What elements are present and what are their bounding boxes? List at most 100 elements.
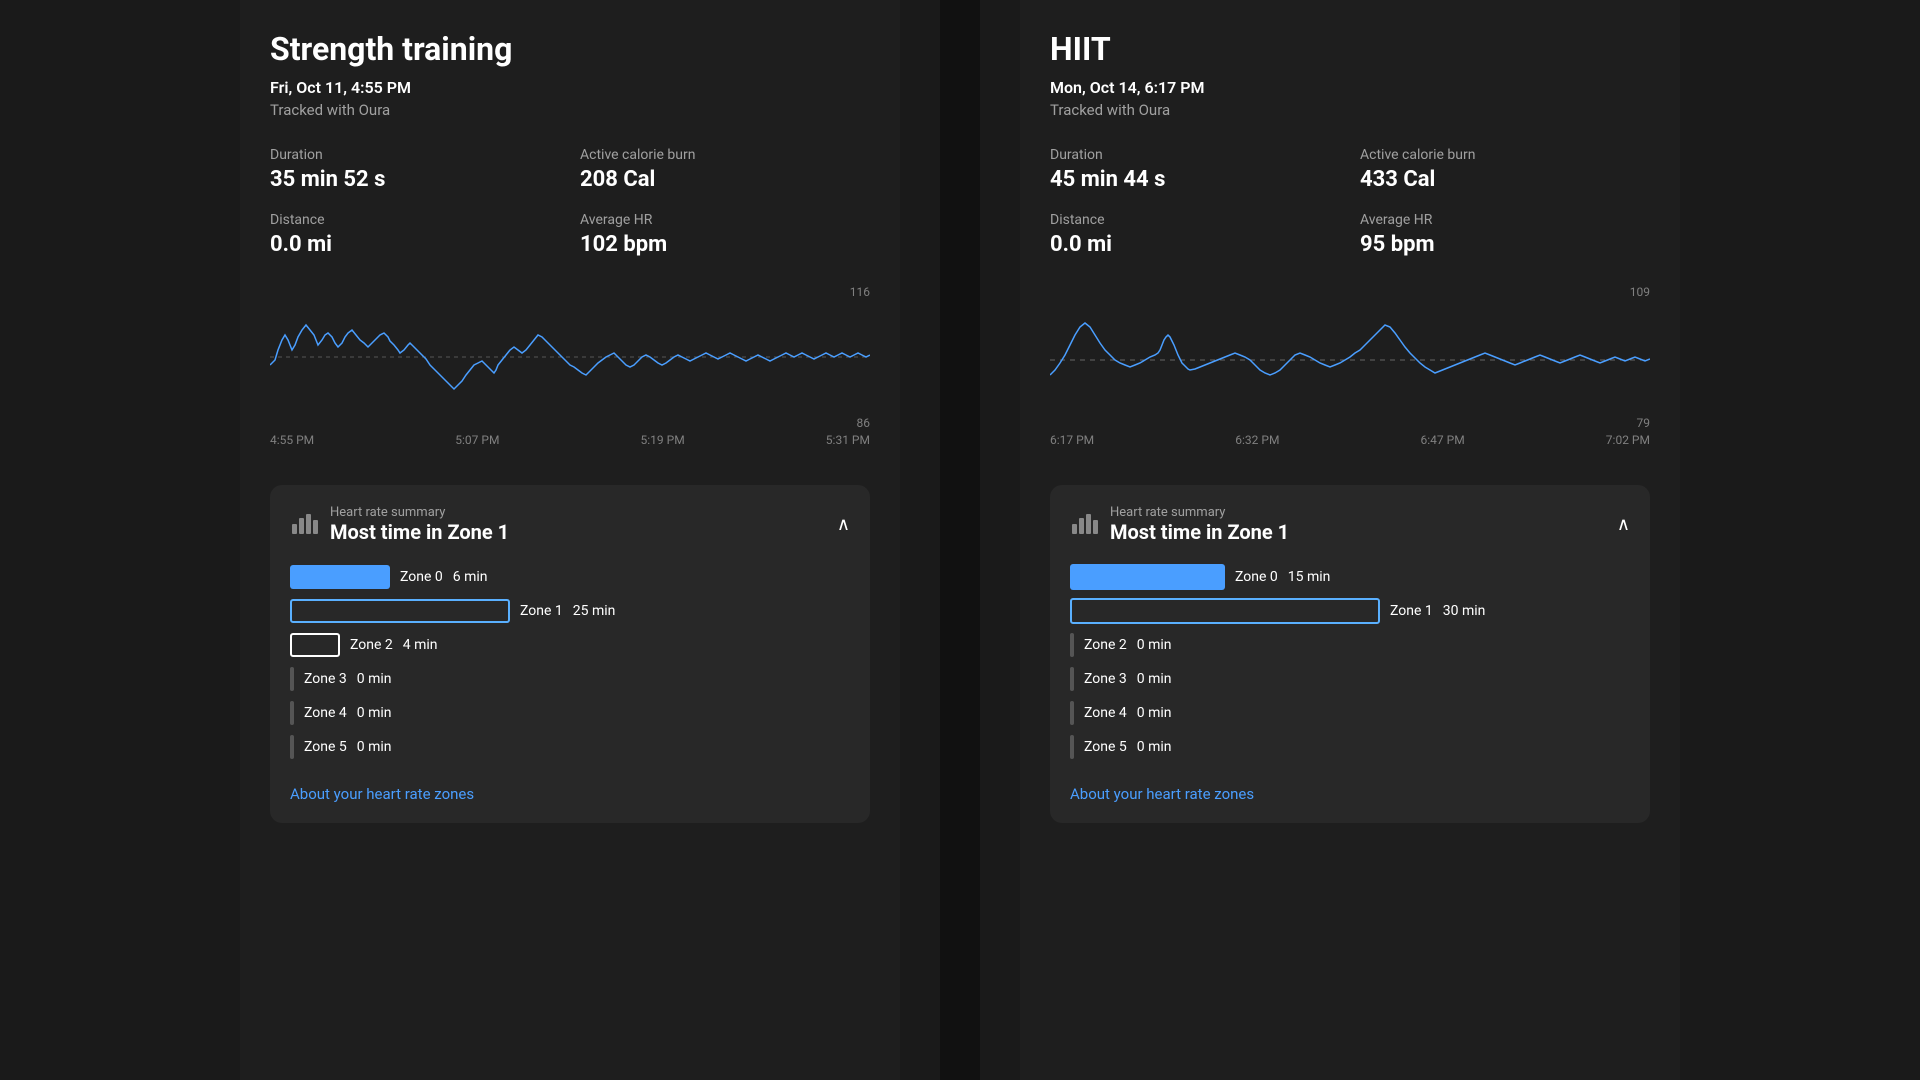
zone-3-label-hiit: Zone 3 [1084, 671, 1127, 687]
zone-0-duration-hiit: 15 min [1288, 569, 1331, 585]
zone-2-bar-hiit [1070, 633, 1074, 657]
stat-duration-hiit: Duration 45 min 44 s [1050, 147, 1340, 192]
chart-time-1: 4:55 PM [270, 433, 314, 447]
chevron-up-icon-hiit[interactable]: ∧ [1617, 514, 1630, 535]
zone-0-bar [290, 565, 390, 589]
hr-summary-strength: Heart rate summary Most time in Zone 1 ∧… [270, 485, 870, 823]
chart-time-labels-hiit: 6:17 PM 6:32 PM 6:47 PM 7:02 PM [1050, 429, 1650, 447]
workout-tracker-strength: Tracked with Oura [270, 101, 870, 119]
stat-avg-hr-label: Average HR [580, 212, 870, 228]
chart-time-hiit-3: 6:47 PM [1421, 433, 1465, 447]
chart-time-labels-strength: 4:55 PM 5:07 PM 5:19 PM 5:31 PM [270, 429, 870, 447]
about-hr-zones-link-hiit[interactable]: About your heart rate zones [1070, 785, 1254, 803]
stat-avg-hr-label-hiit: Average HR [1360, 212, 1650, 228]
zone-3-bar [290, 667, 294, 691]
stat-duration-label: Duration [270, 147, 560, 163]
zone-1-bar-hiit [1070, 598, 1380, 624]
zone-row-1-strength: Zone 1 25 min [290, 598, 850, 624]
chart-y-bottom-hiit: 79 [1637, 416, 1651, 430]
zone-2-label-hiit: Zone 2 [1084, 637, 1127, 653]
chart-y-top-strength: 116 [850, 285, 870, 299]
workout-title-strength: Strength training [270, 30, 870, 68]
zone-row-0-hiit: Zone 0 15 min [1070, 564, 1630, 590]
about-hr-zones-link-strength[interactable]: About your heart rate zones [290, 785, 474, 803]
zone-row-5-strength: Zone 5 0 min [290, 734, 850, 760]
stat-calories-hiit: Active calorie burn 433 Cal [1360, 147, 1650, 192]
hr-bars-icon-strength [290, 508, 318, 542]
chart-y-top-hiit: 109 [1630, 285, 1650, 299]
workout-date-strength: Fri, Oct 11, 4:55 PM [270, 78, 870, 97]
stat-avg-hr-value: 102 bpm [580, 232, 870, 257]
stat-calories-label: Active calorie burn [580, 147, 870, 163]
hr-chart-strength: 116 86 4:55 PM 5:07 PM 5:19 PM 5:31 PM [270, 285, 870, 455]
stat-distance-label: Distance [270, 212, 560, 228]
zone-5-bar-hiit [1070, 735, 1074, 759]
zone-0-bar-hiit [1070, 564, 1225, 590]
chart-time-3: 5:19 PM [641, 433, 685, 447]
workout-card-strength: Strength training Fri, Oct 11, 4:55 PM T… [240, 0, 900, 1080]
zone-row-3-strength: Zone 3 0 min [290, 666, 850, 692]
hr-summary-text-hiit: Heart rate summary Most time in Zone 1 [1110, 505, 1289, 544]
hr-summary-hiit: Heart rate summary Most time in Zone 1 ∧… [1050, 485, 1650, 823]
stat-avg-hr: Average HR 102 bpm [580, 212, 870, 257]
stat-distance-value: 0.0 mi [270, 232, 560, 257]
zone-3-duration: 0 min [357, 671, 392, 687]
hr-summary-left-hiit: Heart rate summary Most time in Zone 1 [1070, 505, 1289, 544]
zone-1-label: Zone 1 [520, 603, 563, 619]
workout-card-hiit: HIIT Mon, Oct 14, 6:17 PM Tracked with O… [1020, 0, 1680, 1080]
zone-2-duration: 4 min [403, 637, 438, 653]
zone-5-bar [290, 735, 294, 759]
chart-time-2: 5:07 PM [455, 433, 499, 447]
zone-row-4-strength: Zone 4 0 min [290, 700, 850, 726]
zone-3-label: Zone 3 [304, 671, 347, 687]
zone-4-label-hiit: Zone 4 [1084, 705, 1127, 721]
stat-duration-value-hiit: 45 min 44 s [1050, 167, 1340, 192]
hr-summary-label-hiit: Heart rate summary [1110, 505, 1289, 520]
workout-date-hiit: Mon, Oct 14, 6:17 PM [1050, 78, 1650, 97]
chart-time-hiit-4: 7:02 PM [1606, 433, 1650, 447]
zone-0-duration: 6 min [453, 569, 488, 585]
zone-1-bar [290, 599, 510, 623]
chart-time-4: 5:31 PM [826, 433, 870, 447]
zone-5-duration-hiit: 0 min [1137, 739, 1172, 755]
hr-summary-left-strength: Heart rate summary Most time in Zone 1 [290, 505, 509, 544]
zone-5-label: Zone 5 [304, 739, 347, 755]
hr-summary-value-strength: Most time in Zone 1 [330, 520, 509, 544]
stat-distance: Distance 0.0 mi [270, 212, 560, 257]
stat-distance-value-hiit: 0.0 mi [1050, 232, 1340, 257]
zone-row-0-strength: Zone 0 6 min [290, 564, 850, 590]
zone-2-label: Zone 2 [350, 637, 393, 653]
zone-4-duration: 0 min [357, 705, 392, 721]
zone-row-4-hiit: Zone 4 0 min [1070, 700, 1630, 726]
stat-duration-value: 35 min 52 s [270, 167, 560, 192]
zone-5-duration: 0 min [357, 739, 392, 755]
hr-summary-label-strength: Heart rate summary [330, 505, 509, 520]
zone-row-2-hiit: Zone 2 0 min [1070, 632, 1630, 658]
hr-chart-hiit: 109 79 6:17 PM 6:32 PM 6:47 PM 7:02 PM [1050, 285, 1650, 455]
stat-distance-label-hiit: Distance [1050, 212, 1340, 228]
zone-2-bar [290, 633, 340, 657]
zone-1-label-hiit: Zone 1 [1390, 603, 1433, 619]
hr-summary-header-hiit: Heart rate summary Most time in Zone 1 ∧ [1070, 505, 1630, 544]
zone-1-duration-hiit: 30 min [1443, 603, 1486, 619]
zone-4-bar [290, 701, 294, 725]
chart-time-hiit-2: 6:32 PM [1235, 433, 1279, 447]
chevron-up-icon-strength[interactable]: ∧ [837, 514, 850, 535]
stat-calories-label-hiit: Active calorie burn [1360, 147, 1650, 163]
hr-bars-icon-hiit [1070, 508, 1098, 542]
divider [940, 0, 980, 1080]
stat-calories-value-hiit: 433 Cal [1360, 167, 1650, 192]
zone-3-duration-hiit: 0 min [1137, 671, 1172, 687]
zone-4-duration-hiit: 0 min [1137, 705, 1172, 721]
stat-duration-label-hiit: Duration [1050, 147, 1340, 163]
zone-0-label: Zone 0 [400, 569, 443, 585]
stats-grid-strength: Duration 35 min 52 s Active calorie burn… [270, 147, 870, 257]
zone-3-bar-hiit [1070, 667, 1074, 691]
zone-row-5-hiit: Zone 5 0 min [1070, 734, 1630, 760]
zone-0-label-hiit: Zone 0 [1235, 569, 1278, 585]
zone-row-2-strength: Zone 2 4 min [290, 632, 850, 658]
chart-time-hiit-1: 6:17 PM [1050, 433, 1094, 447]
zone-2-duration-hiit: 0 min [1137, 637, 1172, 653]
page-container: Strength training Fri, Oct 11, 4:55 PM T… [0, 0, 1920, 1080]
zone-1-duration: 25 min [573, 603, 616, 619]
